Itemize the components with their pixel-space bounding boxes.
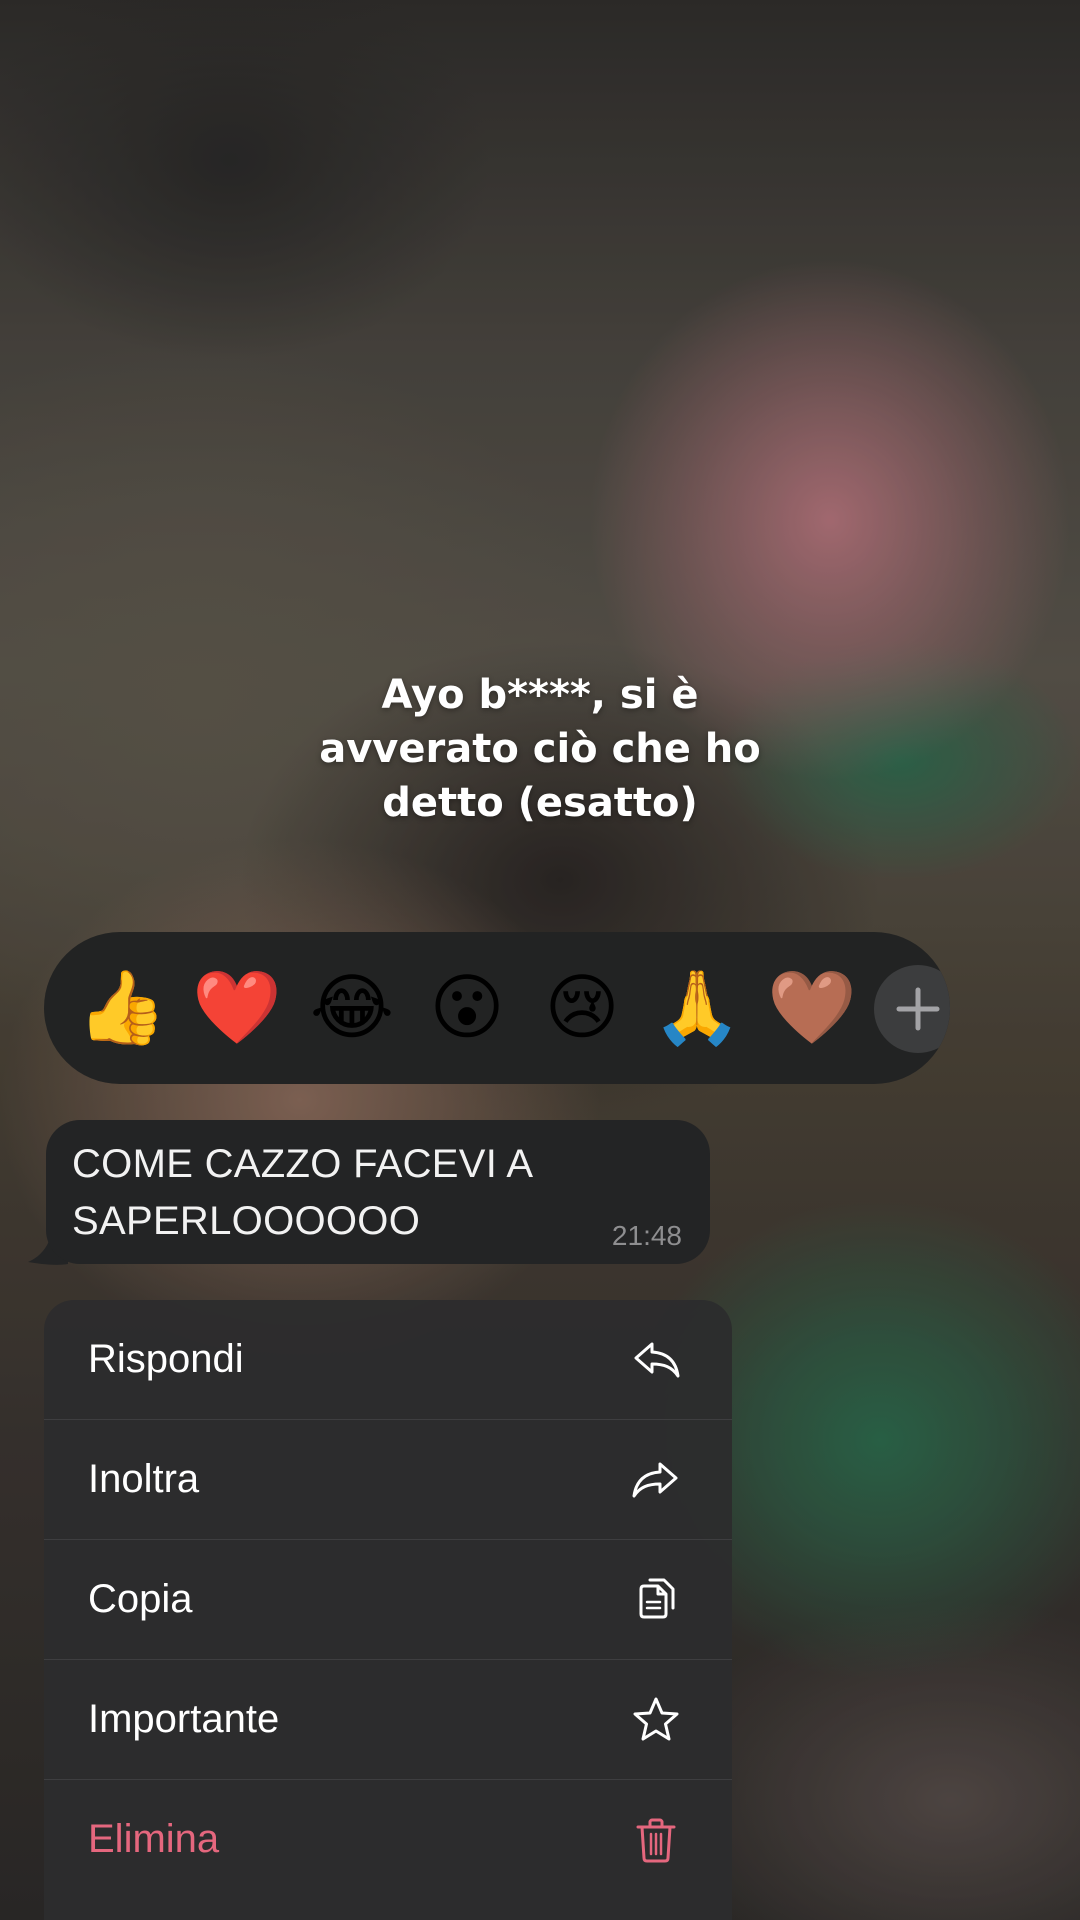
context-menu: Rispondi Inoltra Copia Importante Elimin…: [44, 1300, 732, 1920]
story-caption-line: Ayo b****, si è: [381, 672, 699, 718]
story-caption: Ayo b****, si è avverato ciò che ho dett…: [240, 668, 840, 830]
menu-item-label: Copia: [88, 1577, 193, 1621]
menu-item-reply[interactable]: Rispondi: [44, 1300, 732, 1420]
forward-icon: [632, 1462, 678, 1498]
story-caption-line: detto (esatto): [382, 780, 698, 826]
reaction-laughing[interactable]: 😂: [304, 960, 400, 1056]
story-caption-line: avverato ciò che ho: [319, 726, 761, 772]
screen: Ayo b****, si è avverato ciò che ho dett…: [0, 0, 1080, 1920]
reaction-heart[interactable]: ❤️: [189, 960, 285, 1056]
menu-item-label: Rispondi: [88, 1337, 244, 1381]
message-time: 21:48: [611, 1220, 682, 1251]
reaction-praying[interactable]: 🙏: [649, 960, 745, 1056]
add-reaction-button[interactable]: [874, 965, 950, 1053]
reaction-thumbs-up[interactable]: 👍: [74, 960, 170, 1056]
copy-icon: [639, 1578, 675, 1619]
star-icon: [633, 1697, 679, 1741]
menu-item-label: Inoltra: [88, 1457, 200, 1501]
reaction-bar: 👍 ❤️ 😂 😮 😢 🙏 🤎: [44, 932, 950, 1084]
message-line: COME CAZZO FACEVI A: [72, 1142, 534, 1186]
trash-icon: [636, 1818, 676, 1863]
message-line: SAPERLOOOOOO: [72, 1199, 421, 1243]
menu-item-label: Elimina: [88, 1817, 220, 1861]
menu-item-label: Importante: [88, 1697, 280, 1741]
plus-icon: [896, 987, 940, 1031]
reaction-surprised[interactable]: 😮: [419, 960, 515, 1056]
reaction-brown-heart[interactable]: 🤎: [764, 960, 860, 1056]
menu-item-forward[interactable]: Inoltra: [44, 1420, 732, 1540]
reply-icon: [634, 1342, 680, 1378]
reaction-crying[interactable]: 😢: [534, 960, 630, 1056]
message-bubble[interactable]: COME CAZZO FACEVI A SAPERLOOOOOO 21:48: [46, 1120, 710, 1264]
message-text: COME CAZZO FACEVI A SAPERLOOOOOO: [72, 1136, 632, 1250]
menu-item-delete[interactable]: Elimina: [44, 1780, 732, 1899]
menu-item-star[interactable]: Importante: [44, 1660, 732, 1780]
menu-item-copy[interactable]: Copia: [44, 1540, 732, 1660]
